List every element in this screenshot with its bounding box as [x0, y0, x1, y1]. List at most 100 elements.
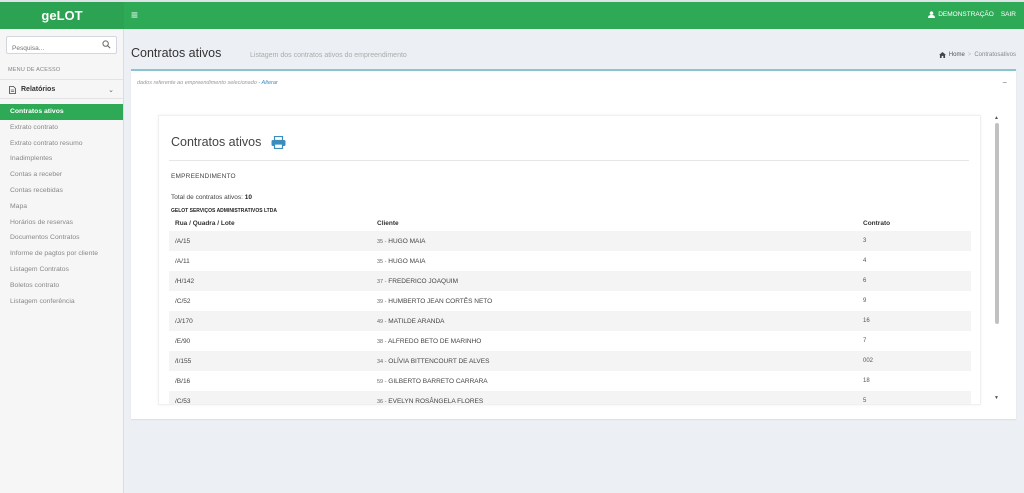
sidebar-item-documentos-contratos[interactable]: Documentos Contratos	[0, 230, 123, 246]
breadcrumb: Home > Contratosativos	[938, 52, 1016, 58]
cell-lote: /A/11	[175, 257, 190, 265]
cell-lote: /B/16	[175, 377, 191, 385]
menu-header: MENU DE ACESSO	[8, 67, 61, 73]
sidebar-item-contas-a-receber[interactable]: Contas a receber	[0, 167, 123, 183]
column-header-lote: Rua / Quadra / Lote	[175, 220, 235, 227]
cell-contrato: 002	[863, 358, 874, 364]
sidebar-item-extrato-contrato[interactable]: Extrato contrato	[0, 120, 123, 136]
home-icon	[938, 52, 946, 58]
total-label: Total de contratos ativos:	[171, 194, 243, 201]
table-body: /A/15 35 - HUGO MAIA 3 /A/11 35 - HUGO M…	[169, 231, 971, 405]
client-name: HUMBERTO JEAN CORTÊS NETO	[388, 297, 493, 305]
sidebar-item-extrato-contrato-resumo[interactable]: Extrato contrato resumo	[0, 136, 123, 152]
report-heading: Contratos ativos	[171, 135, 286, 149]
sidebar-item-contratos-ativos[interactable]: Contratos ativos	[0, 104, 123, 120]
cell-lote: /H/142	[175, 277, 195, 285]
top-navbar: geLOT ≡ DEMONSTRAÇÃO SAIR	[0, 0, 1024, 29]
cell-lote: /A/15	[175, 237, 191, 245]
table-row[interactable]: /I/155 34 - OLÍVIA BITTENCOURT DE ALVES …	[169, 351, 971, 371]
sidebar-item-horarios-de-reservas[interactable]: Horários de reservas	[0, 215, 123, 231]
chevron-down-icon: ⌄	[108, 87, 114, 94]
cell-contrato: 7	[863, 338, 867, 344]
client-id: 35 -	[377, 238, 387, 245]
menu-icon[interactable]: ≡	[131, 8, 138, 22]
total-contracts: Total de contratos ativos: 10	[171, 194, 252, 201]
user-menu: DEMONSTRAÇÃO SAIR	[928, 11, 1016, 18]
sidebar-item-contas-recebidas[interactable]: Contas recebidas	[0, 183, 123, 199]
cell-cliente: 35 - HUGO MAIA	[377, 258, 863, 265]
table-row[interactable]: /J/170 49 - MATILDE ARANDA 16	[169, 311, 971, 331]
client-id: 49 -	[377, 318, 387, 325]
cell-cliente: 37 - FREDERICO JOAQUIM	[377, 278, 863, 285]
column-header-contrato: Contrato	[863, 220, 891, 227]
search-icon[interactable]	[102, 40, 111, 49]
cell-cliente: 34 - OLÍVIA BITTENCOURT DE ALVES	[377, 358, 863, 365]
cell-lote: /C/53	[175, 397, 191, 405]
cell-lote: /I/155	[175, 357, 192, 365]
table-row[interactable]: /A/11 35 - HUGO MAIA 4	[169, 251, 971, 271]
cell-contrato: 16	[863, 318, 870, 324]
scroll-up-icon[interactable]: ▲	[994, 115, 999, 121]
page-title: Contratos ativos	[131, 46, 222, 60]
sidebar-item-listagem-contratos[interactable]: Listagem Contratos	[0, 262, 123, 278]
client-name: ALFREDO BETO DE MARINHO	[387, 337, 482, 345]
table-row[interactable]: /C/52 39 - HUMBERTO JEAN CORTÊS NETO 9	[169, 291, 971, 311]
cell-contrato: 4	[863, 258, 867, 264]
table-row[interactable]: /B/16 59 - GILBERTO BARRETO CARRARA 18	[169, 371, 971, 391]
table-row[interactable]: /E/90 38 - ALFREDO BETO DE MARINHO 7	[169, 331, 971, 351]
breadcrumb-home[interactable]: Home	[949, 52, 965, 58]
table-row[interactable]: /C/53 36 - EVELYN ROSÂNGELA FLORES 5	[169, 391, 971, 405]
document-icon	[9, 86, 16, 94]
scroll-down-icon[interactable]: ▼	[994, 395, 999, 401]
company-name: GELOT SERVIÇOS ADMINISTRATIVOS LTDA	[171, 208, 277, 214]
client-name: OLÍVIA BITTENCOURT DE ALVES	[388, 357, 490, 365]
cell-cliente: 35 - HUGO MAIA	[377, 238, 863, 245]
sidebar-item-listagem-conferencia[interactable]: Listagem conferência	[0, 294, 123, 310]
client-name: FREDERICO JOAQUIM	[388, 277, 458, 285]
alterar-link[interactable]: Alterar	[262, 80, 278, 86]
table-header: Rua / Quadra / Lote Cliente Contrato	[169, 216, 971, 231]
sidebar-menu: Contratos ativos Extrato contrato Extrat…	[0, 104, 123, 309]
table-row[interactable]: /A/15 35 - HUGO MAIA 3	[169, 231, 971, 251]
search-input[interactable]	[7, 40, 95, 57]
sidebar-item-boletos-contrato[interactable]: Boletos contrato	[0, 278, 123, 294]
printer-icon[interactable]	[271, 135, 286, 149]
client-id: 36 -	[377, 398, 387, 405]
sidebar-group-relatorios[interactable]: Relatórios ⌄	[0, 79, 123, 99]
section-label: EMPREENDIMENTO	[171, 173, 236, 180]
total-value: 10	[244, 194, 252, 201]
cell-cliente: 49 - MATILDE ARANDA	[377, 318, 863, 325]
cell-contrato: 5	[863, 398, 867, 404]
report-scrollbar[interactable]: ▲ ▼	[993, 115, 1001, 405]
breadcrumb-separator: >	[967, 52, 972, 58]
report-panel: Contratos ativos EMPREENDIMENTO Total de…	[158, 115, 981, 405]
app-logo[interactable]: geLOT	[0, 2, 124, 29]
client-id: 35 -	[377, 258, 387, 265]
sidebar: MENU DE ACESSO Relatórios ⌄ Contratos at…	[0, 29, 124, 493]
client-name: HUGO MAIA	[388, 237, 426, 245]
logout-link[interactable]: SAIR	[1001, 11, 1016, 18]
cell-cliente: 39 - HUMBERTO JEAN CORTÊS NETO	[377, 298, 863, 305]
divider	[169, 160, 969, 161]
box-note: dados referente ao empreendimento seleci…	[137, 80, 278, 86]
sidebar-item-informe-pagtos[interactable]: Informe de pagtos por cliente	[0, 246, 123, 262]
sidebar-item-mapa[interactable]: Mapa	[0, 199, 123, 215]
user-icon	[928, 11, 936, 18]
sidebar-group-label: Relatórios	[21, 86, 56, 93]
client-id: 37 -	[377, 278, 387, 285]
client-name: MATILDE ARANDA	[388, 317, 445, 325]
contracts-table: Rua / Quadra / Lote Cliente Contrato /A/…	[169, 216, 971, 405]
client-name: HUGO MAIA	[388, 257, 426, 265]
cell-contrato: 6	[863, 278, 867, 284]
client-name: EVELYN ROSÂNGELA FLORES	[388, 397, 484, 405]
scrollbar-thumb[interactable]	[995, 123, 999, 324]
table-row[interactable]: /H/142 37 - FREDERICO JOAQUIM 6	[169, 271, 971, 291]
breadcrumb-current: Contratosativos	[974, 52, 1016, 58]
page-subtitle: Listagem dos contratos ativos do empreen…	[250, 52, 407, 59]
minus-icon[interactable]: −	[1002, 78, 1007, 87]
cell-contrato: 18	[863, 378, 870, 384]
search-box	[6, 36, 117, 57]
sidebar-item-inadimplentes[interactable]: Inadimplentes	[0, 151, 123, 167]
report-title: Contratos ativos	[171, 135, 262, 149]
user-name[interactable]: DEMONSTRAÇÃO	[938, 11, 994, 18]
